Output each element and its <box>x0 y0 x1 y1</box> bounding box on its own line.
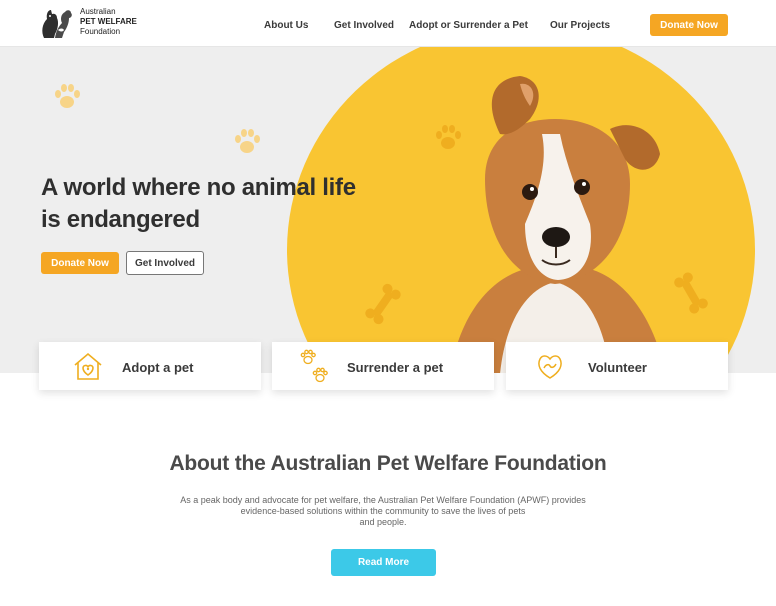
about-description: As a peak body and advocate for pet welf… <box>170 495 596 528</box>
nav-about-us[interactable]: About Us <box>264 20 308 31</box>
logo[interactable]: Australian PET WELFARE Foundation <box>38 3 138 41</box>
about-text-line-1: As a peak body and advocate for pet welf… <box>180 495 586 505</box>
logo-line-2: PET WELFARE <box>80 17 137 26</box>
logo-line-3: Foundation <box>80 27 121 36</box>
nav-our-projects[interactable]: Our Projects <box>550 20 610 31</box>
adopt-pet-label: Adopt a pet <box>122 360 194 375</box>
bone-icon <box>674 272 708 314</box>
adopt-pet-card[interactable]: Adopt a pet <box>39 342 261 390</box>
surrender-pet-card[interactable]: Surrender a pet <box>272 342 494 390</box>
logo-line-1: Australian <box>80 7 116 16</box>
bone-icon <box>365 283 401 325</box>
hands-heart-icon <box>538 355 562 379</box>
paw-print-icon <box>55 84 80 108</box>
heart-house-icon <box>74 352 102 380</box>
about-text-line-2: evidence-based solutions within the comm… <box>240 506 526 516</box>
read-more-button[interactable]: Read More <box>331 549 436 576</box>
site-header: Australian PET WELFARE Foundation About … <box>0 0 776 47</box>
volunteer-label: Volunteer <box>588 360 647 375</box>
cat-dog-logo-icon <box>42 10 72 38</box>
surrender-pet-label: Surrender a pet <box>347 360 444 375</box>
nav-adopt-surrender[interactable]: Adopt or Surrender a Pet <box>409 20 528 31</box>
header-donate-button[interactable]: Donate Now <box>650 14 728 36</box>
about-text-line-3: and people. <box>359 517 407 527</box>
paw-prints-icon <box>300 349 328 383</box>
puppy-photo <box>450 76 665 373</box>
hero-title: A world where no animal life is endanger… <box>41 174 356 233</box>
hero-get-involved-button[interactable]: Get Involved <box>126 251 204 275</box>
hero-donate-button[interactable]: Donate Now <box>41 252 119 274</box>
about-title: About the Australian Pet Welfare Foundat… <box>169 452 607 475</box>
paw-print-icon <box>235 129 260 153</box>
hero-section: A world where no animal life is endanger… <box>0 47 776 373</box>
volunteer-card[interactable]: Volunteer <box>506 342 728 390</box>
nav-get-involved[interactable]: Get Involved <box>334 20 394 31</box>
